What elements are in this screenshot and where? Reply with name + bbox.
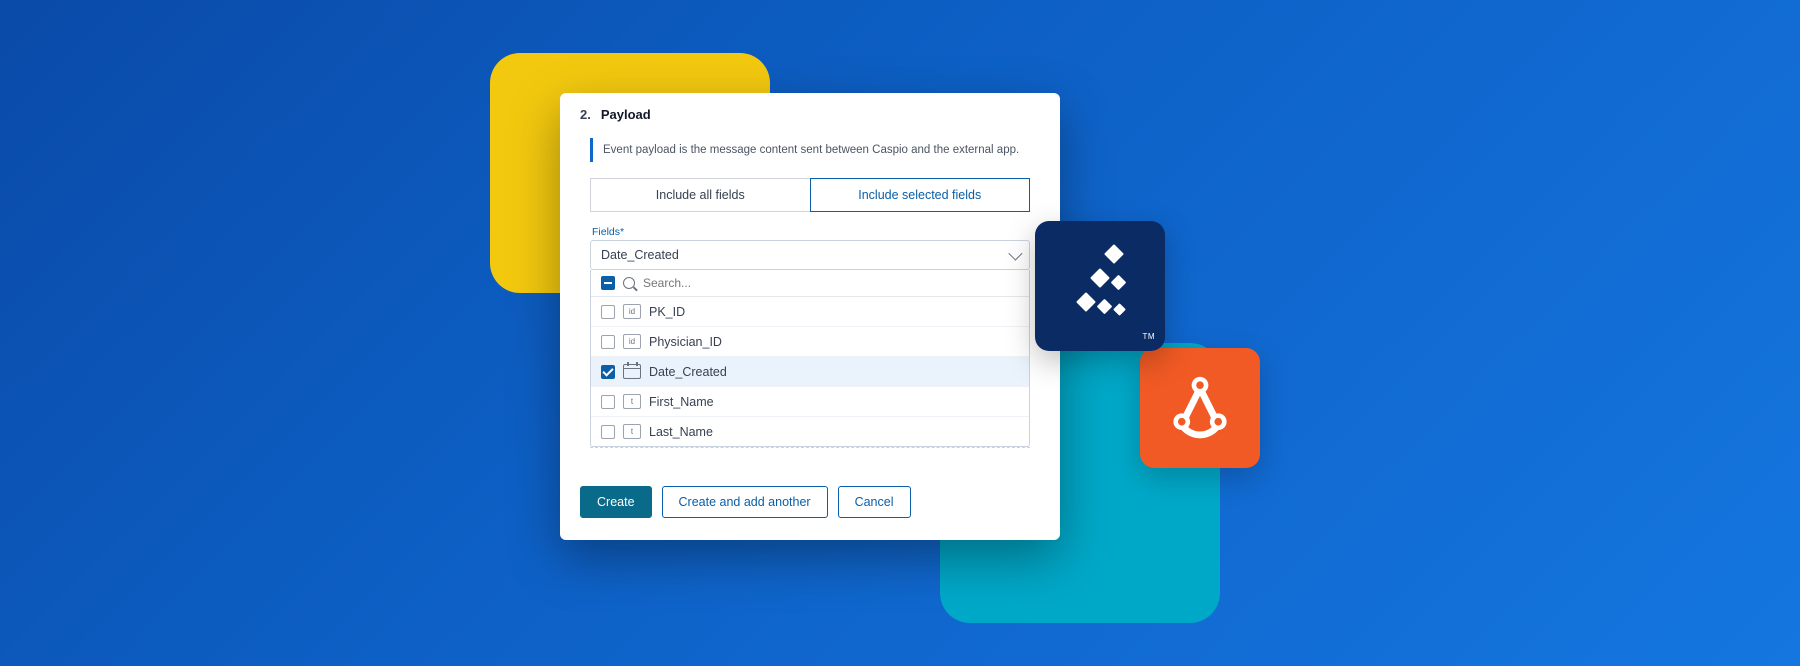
field-row-date-created[interactable]: Date_Created bbox=[591, 357, 1029, 387]
id-type-icon: id bbox=[623, 334, 641, 349]
chevron-down-icon bbox=[1008, 247, 1022, 261]
panel-body: Event payload is the message content sen… bbox=[560, 138, 1060, 464]
field-label: Physician_ID bbox=[649, 335, 722, 349]
calendar-type-icon bbox=[623, 364, 641, 379]
id-type-icon: id bbox=[623, 304, 641, 319]
fields-select[interactable]: Date_Created bbox=[590, 240, 1030, 270]
field-label: Last_Name bbox=[649, 425, 713, 439]
step-title: Payload bbox=[601, 107, 651, 122]
dropdown-bottom-dashed bbox=[590, 447, 1030, 448]
select-all-checkbox-indeterminate[interactable] bbox=[601, 276, 615, 290]
panel-footer: Create Create and add another Cancel bbox=[560, 464, 1060, 540]
info-callout: Event payload is the message content sen… bbox=[590, 138, 1030, 162]
composition-stage: 2. Payload Event payload is the message … bbox=[550, 73, 1250, 593]
step-number: 2. bbox=[580, 107, 591, 122]
checkbox[interactable] bbox=[601, 305, 615, 319]
dropdown-search-row bbox=[591, 270, 1029, 297]
cancel-button[interactable]: Cancel bbox=[838, 486, 911, 518]
search-icon bbox=[623, 277, 635, 289]
include-mode-toggle: Include all fields Include selected fiel… bbox=[590, 178, 1030, 212]
field-label: PK_ID bbox=[649, 305, 685, 319]
checkbox[interactable] bbox=[601, 425, 615, 439]
panel-header: 2. Payload bbox=[560, 93, 1060, 132]
checkbox-checked[interactable] bbox=[601, 365, 615, 379]
include-selected-tab[interactable]: Include selected fields bbox=[810, 178, 1031, 212]
search-input[interactable] bbox=[643, 276, 1019, 290]
field-row-pk-id[interactable]: id PK_ID bbox=[591, 297, 1029, 327]
checkbox[interactable] bbox=[601, 395, 615, 409]
trademark-label: TM bbox=[1142, 332, 1155, 341]
fields-select-value: Date_Created bbox=[601, 248, 679, 262]
field-row-first-name[interactable]: t First_Name bbox=[591, 387, 1029, 417]
field-label: Date_Created bbox=[649, 365, 727, 379]
webhook-icon bbox=[1162, 370, 1238, 446]
fields-label: Fields* bbox=[590, 226, 1030, 238]
field-row-physician-id[interactable]: id Physician_ID bbox=[591, 327, 1029, 357]
field-label: First_Name bbox=[649, 395, 714, 409]
brand-tile-orange bbox=[1140, 348, 1260, 468]
text-type-icon: t bbox=[623, 424, 641, 439]
fields-dropdown: id PK_ID id Physician_ID Date_Created t … bbox=[590, 270, 1030, 447]
checkbox[interactable] bbox=[601, 335, 615, 349]
brand-tile-navy: TM bbox=[1035, 221, 1165, 351]
create-button[interactable]: Create bbox=[580, 486, 652, 518]
create-add-another-button[interactable]: Create and add another bbox=[662, 486, 828, 518]
payload-config-panel: 2. Payload Event payload is the message … bbox=[560, 93, 1060, 540]
include-all-tab[interactable]: Include all fields bbox=[590, 178, 810, 212]
field-row-last-name[interactable]: t Last_Name bbox=[591, 417, 1029, 446]
text-type-icon: t bbox=[623, 394, 641, 409]
